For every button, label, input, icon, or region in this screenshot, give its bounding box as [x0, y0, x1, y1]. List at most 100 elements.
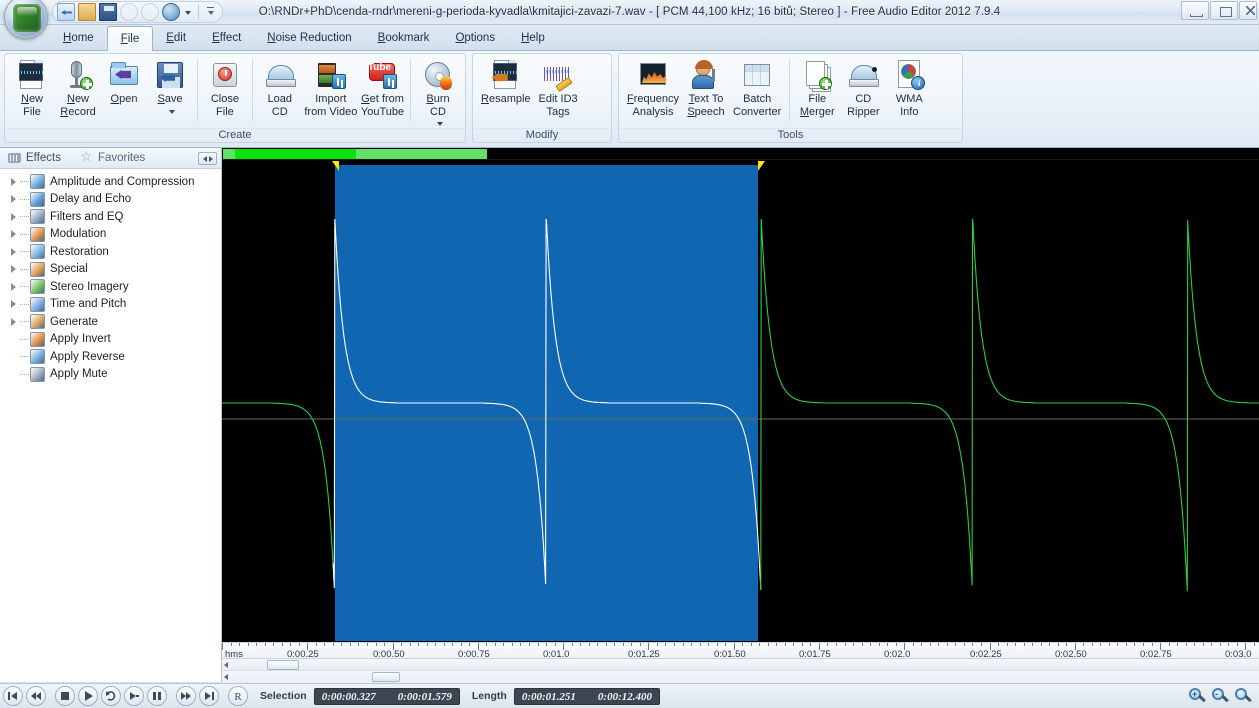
ruler-tick: [1117, 643, 1118, 646]
waveform-view[interactable]: [222, 148, 1259, 642]
load-cd-button[interactable]: Load CD: [257, 57, 303, 118]
effects-tree-item-modulation[interactable]: Modulation: [0, 226, 221, 244]
tree-leaf-marker: [8, 368, 20, 380]
rewind-button[interactable]: [26, 686, 46, 706]
window-controls: [1181, 1, 1257, 20]
overview-bar[interactable]: [222, 148, 1259, 160]
expand-arrow-icon[interactable]: [8, 211, 20, 223]
effect-category-icon: [30, 174, 45, 190]
scrollbar-thumb[interactable]: [267, 660, 299, 670]
zoom-scrollbar-thumb[interactable]: [372, 672, 400, 682]
import-from-video-button[interactable]: Import from Video: [303, 57, 359, 118]
go-to-end-button[interactable]: [199, 686, 219, 706]
loop-button[interactable]: [101, 686, 121, 706]
expand-arrow-icon[interactable]: [8, 246, 20, 258]
scroll-left-icon-2[interactable]: [224, 674, 228, 680]
ruler-tick: [1049, 643, 1050, 646]
zoom-scrollbar[interactable]: [222, 671, 1259, 683]
effects-tree-item-filters-and-eq[interactable]: Filters and EQ: [0, 208, 221, 226]
effects-tree-item-apply-reverse[interactable]: Apply Reverse: [0, 348, 221, 366]
effects-tree-item-delay-and-echo[interactable]: Delay and Echo: [0, 191, 221, 209]
expand-arrow-icon[interactable]: [8, 228, 20, 240]
save-button[interactable]: Save: [147, 57, 193, 115]
save-icon[interactable]: [99, 3, 117, 21]
minimize-icon[interactable]: [1181, 1, 1209, 20]
text-to-speech-button[interactable]: Text To Speech: [683, 57, 729, 118]
effects-tree-item-apply-invert[interactable]: Apply Invert: [0, 331, 221, 349]
customize-toolbar-icon[interactable]: [204, 3, 216, 21]
selection-values[interactable]: 0:00:00.327 0:00:01.579: [313, 687, 460, 705]
scroll-left-icon[interactable]: [224, 662, 228, 668]
close-icon[interactable]: [1239, 1, 1257, 20]
expand-arrow-icon[interactable]: [8, 298, 20, 310]
sidebar-tab-effects[interactable]: Effects: [0, 148, 73, 169]
play-button[interactable]: [78, 686, 98, 706]
ruler-tick: [998, 643, 999, 646]
expand-arrow-icon[interactable]: [8, 281, 20, 293]
resample-button[interactable]: Resample: [477, 57, 535, 106]
open-icon[interactable]: [78, 3, 96, 21]
ribbon-tab-file[interactable]: File: [106, 26, 154, 52]
expand-arrow-icon[interactable]: [8, 193, 20, 205]
effects-tree-item-stereo-imagery[interactable]: Stereo Imagery: [0, 278, 221, 296]
get-from-youtube-button[interactable]: Tube Get from YouTube: [359, 57, 406, 118]
batch-converter-button[interactable]: Batch Converter: [729, 57, 785, 118]
maximize-icon[interactable]: [1210, 1, 1238, 20]
effects-tree-item-time-and-pitch[interactable]: Time and Pitch: [0, 296, 221, 314]
expand-arrow-icon[interactable]: [8, 263, 20, 275]
file-merger-button[interactable]: File Merger: [794, 57, 840, 118]
sidebar-nav-arrows[interactable]: [198, 152, 217, 165]
fast-forward-button[interactable]: [176, 686, 196, 706]
ruler-tick: [955, 643, 956, 646]
play-selection-button[interactable]: [124, 686, 144, 706]
ribbon-group-modify: Resample Edit ID3 Tags Modify: [472, 53, 612, 143]
ruler-tick: [401, 643, 402, 646]
chevron-down-icon[interactable]: [434, 118, 443, 127]
expand-arrow-icon[interactable]: [8, 316, 20, 328]
wma-info-button[interactable]: WMAInfo: [886, 57, 932, 118]
ruler-tick: [862, 643, 863, 646]
go-to-start-button[interactable]: [3, 686, 23, 706]
zoom-in-button[interactable]: +: [1188, 687, 1207, 706]
undo-icon[interactable]: [120, 3, 138, 21]
length-values[interactable]: 0:00:01.251 0:00:12.400: [513, 687, 660, 705]
ribbon-tab-bookmark[interactable]: Bookmark: [365, 26, 443, 51]
ruler-tick: [376, 643, 377, 646]
new-record-button[interactable]: New Record: [55, 57, 101, 118]
effects-tree-item-restoration[interactable]: Restoration: [0, 243, 221, 261]
effects-tree-item-apply-mute[interactable]: Apply Mute: [0, 366, 221, 384]
redo-icon[interactable]: [141, 3, 159, 21]
new-file-button[interactable]: New File: [9, 57, 55, 118]
open-button[interactable]: Open: [101, 57, 147, 106]
effects-tree-item-amplitude-and-compression[interactable]: Amplitude and Compression: [0, 173, 221, 191]
stop-button[interactable]: [55, 686, 75, 706]
edit-id3-tags-button[interactable]: Edit ID3 Tags: [535, 57, 582, 118]
web-icon[interactable]: [162, 3, 180, 21]
effects-tree-item-generate[interactable]: Generate: [0, 313, 221, 331]
chevron-down-icon[interactable]: [183, 3, 193, 21]
sidebar-tab-favorites[interactable]: Favorites: [73, 148, 157, 169]
zoom-fit-button[interactable]: [1234, 687, 1253, 706]
record-button[interactable]: R: [228, 686, 248, 706]
effects-tree-item-special[interactable]: Special: [0, 261, 221, 279]
burn-cd-button[interactable]: Burn CD: [415, 57, 461, 127]
chevron-down-icon[interactable]: [166, 106, 175, 115]
pause-button[interactable]: [147, 686, 167, 706]
cd-ripper-button[interactable]: CD Ripper: [840, 57, 886, 118]
ribbon-tab-home[interactable]: Home: [50, 26, 107, 51]
frequency-analysis-button[interactable]: Frequency Analysis: [623, 57, 683, 118]
timeline-ruler[interactable]: hms 0:00.25 0:00.50 0:00.75 0:01.0 0:01.25 0:0…: [222, 642, 1259, 659]
ribbon-group-create: New File New Record Open Save Close File Load CD I…: [4, 53, 466, 143]
zoom-out-button[interactable]: -: [1211, 687, 1230, 706]
horizontal-scrollbar[interactable]: [222, 659, 1259, 671]
ribbon-tab-options[interactable]: Options: [442, 26, 508, 51]
ribbon-button-sublabel: CD: [430, 105, 446, 118]
export-icon[interactable]: [57, 3, 75, 21]
waveform-canvas[interactable]: [222, 161, 1259, 642]
expand-arrow-icon[interactable]: [8, 176, 20, 188]
ribbon-tab-noise-reduction[interactable]: Noise Reduction: [254, 26, 364, 51]
ribbon-tab-effect[interactable]: Effect: [199, 26, 254, 51]
close-file-button[interactable]: Close File: [202, 57, 248, 118]
ribbon-tab-help[interactable]: Help: [508, 26, 558, 51]
ribbon-tab-edit[interactable]: Edit: [153, 26, 199, 51]
